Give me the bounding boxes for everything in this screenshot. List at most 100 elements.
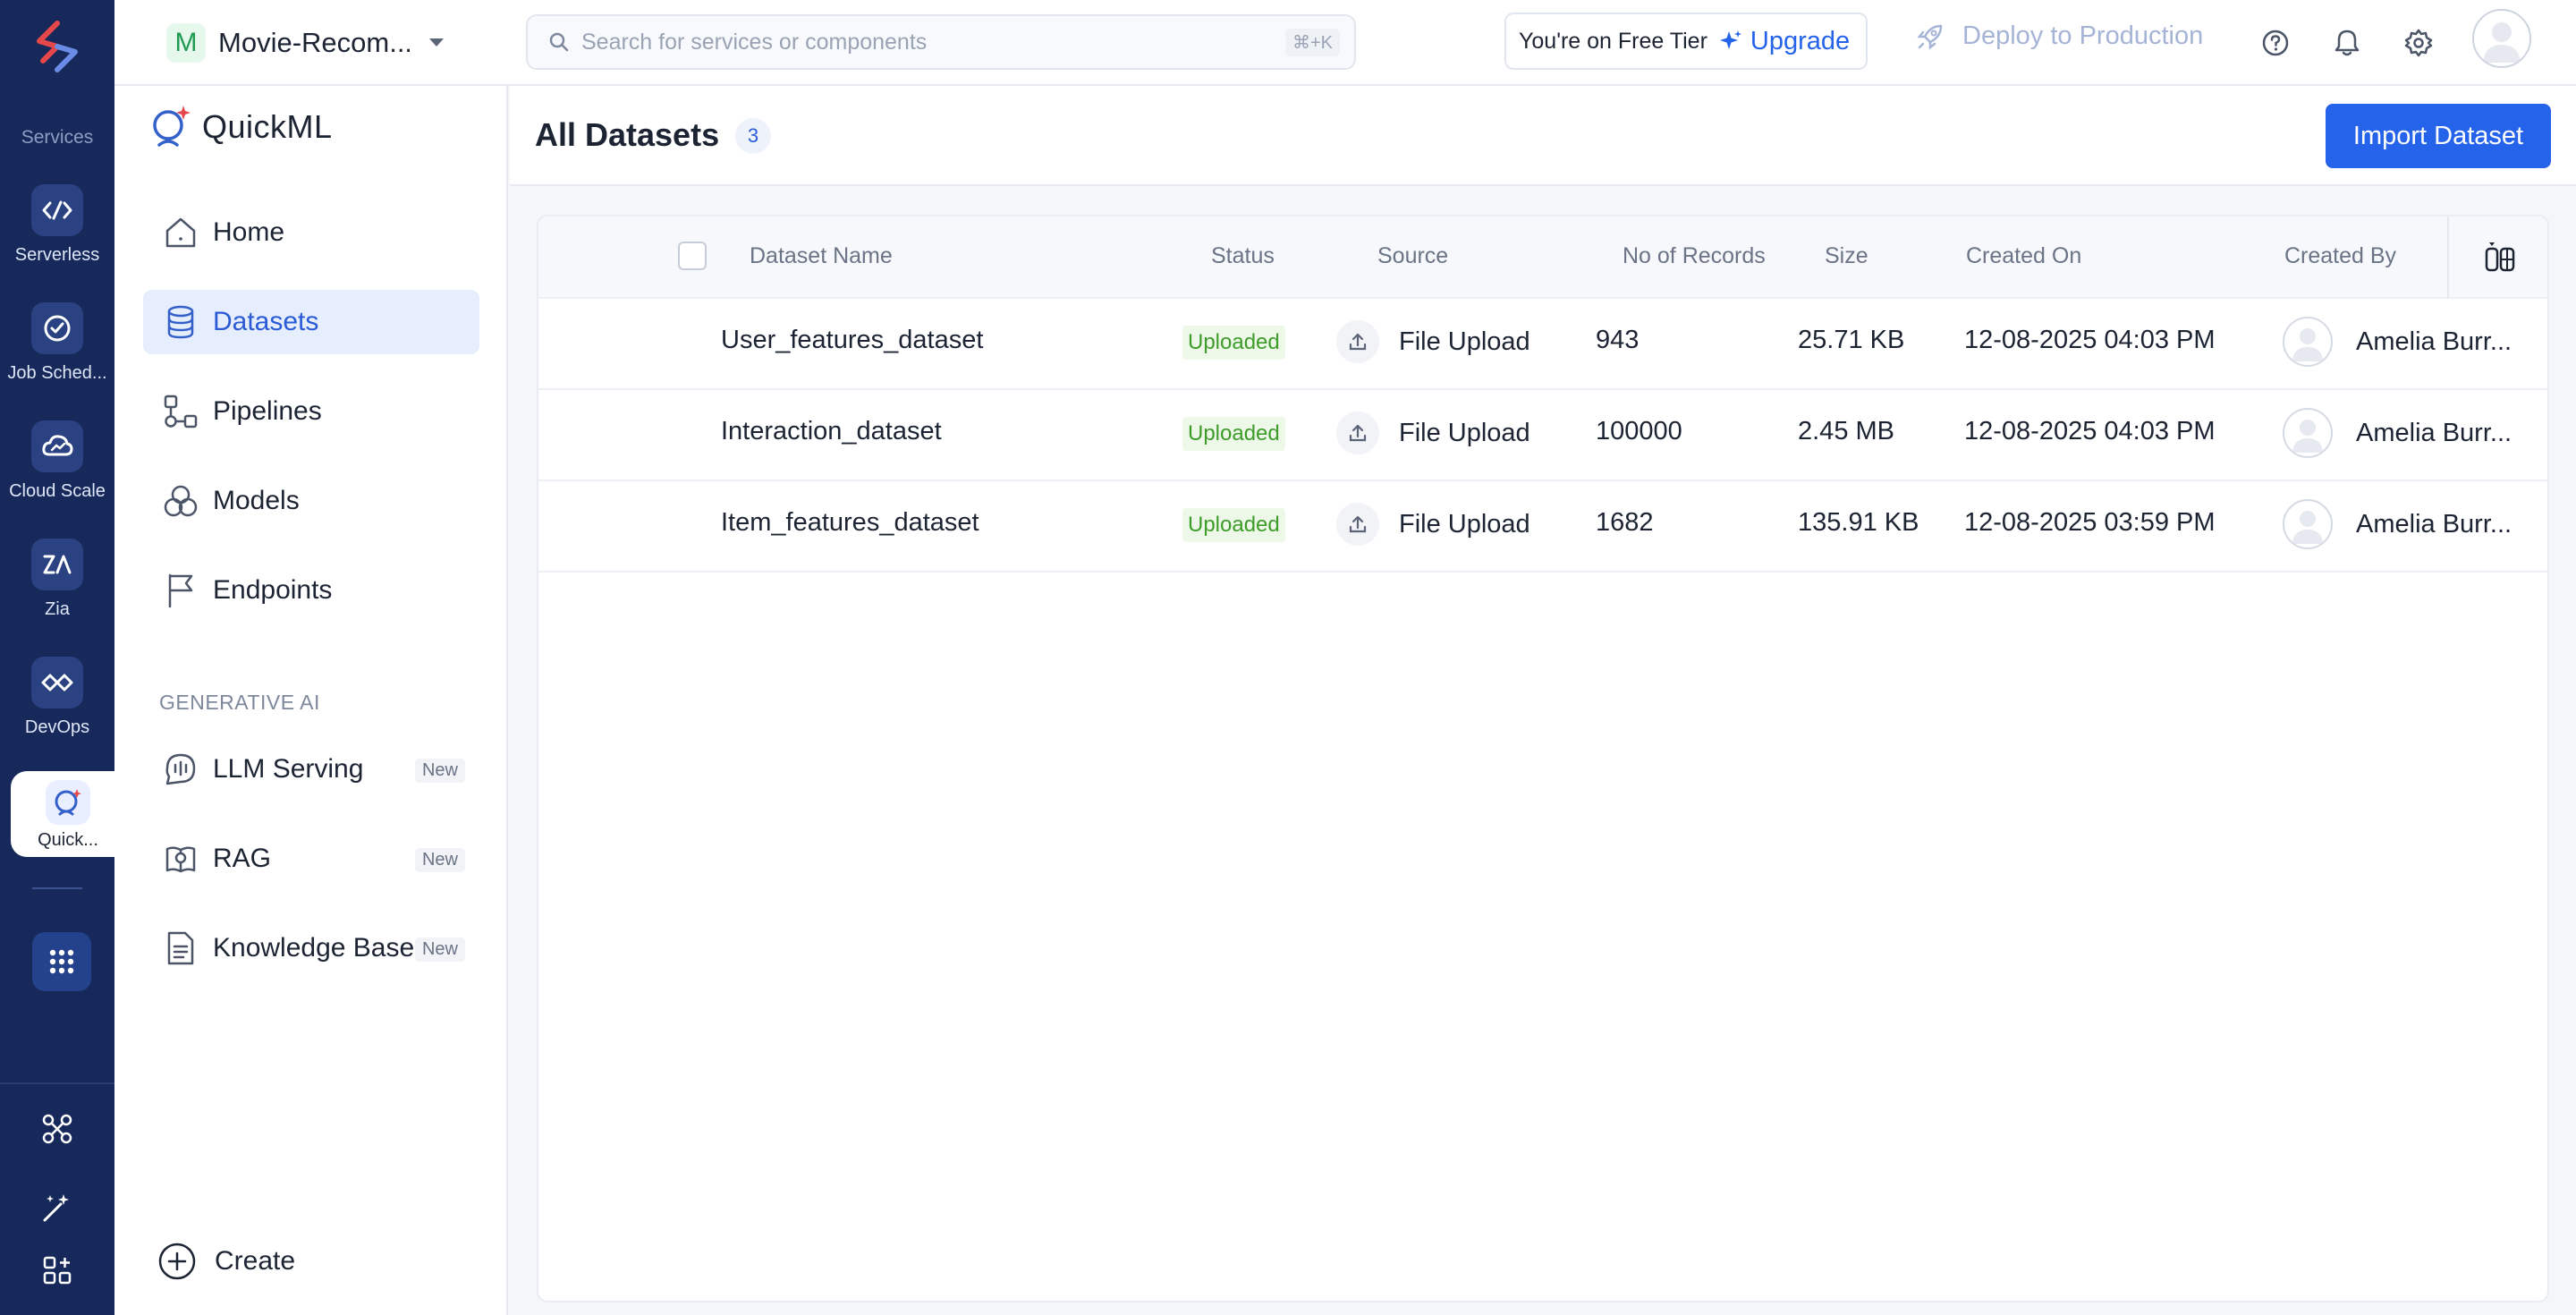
quickml-icon — [46, 780, 90, 825]
add-widget-icon[interactable] — [39, 1252, 75, 1288]
dataset-name[interactable]: Interaction_dataset — [721, 417, 942, 446]
nav-item-llm-serving[interactable]: LLM Serving New — [143, 737, 479, 802]
dataset-name[interactable]: User_features_dataset — [721, 326, 983, 355]
rail-item-job-scheduling[interactable]: Job Sched... — [0, 297, 114, 404]
models-icon — [161, 481, 200, 521]
rail-item-quickml[interactable]: Quick... — [11, 771, 125, 857]
notification-bell-icon[interactable] — [2329, 25, 2365, 61]
chevron-down-icon — [429, 38, 444, 47]
rail-label: Job Sched... — [7, 363, 107, 383]
source-label: File Upload — [1399, 509, 1530, 539]
column-header-created-on[interactable]: Created On — [1966, 243, 2081, 269]
upload-icon — [1336, 503, 1379, 546]
database-icon — [161, 302, 200, 342]
dataset-name[interactable]: Item_features_dataset — [721, 508, 979, 538]
rail-label: Quick... — [38, 830, 98, 850]
rail-divider — [32, 887, 82, 889]
catalyst-logo-icon[interactable] — [30, 20, 84, 75]
nav-label: Models — [213, 486, 300, 515]
rail-bottom-divider — [0, 1082, 114, 1084]
records-count: 100000 — [1596, 417, 1682, 445]
nav-item-pipelines[interactable]: Pipelines — [143, 379, 479, 444]
created-by: Amelia Burr... — [2356, 510, 2512, 539]
rail-item-devops[interactable]: DevOps — [0, 651, 114, 759]
search-input[interactable] — [581, 29, 1261, 55]
tier-text: You're on Free Tier — [1519, 28, 1707, 54]
source-cell: File Upload — [1336, 503, 1530, 546]
pipeline-icon — [161, 392, 200, 431]
created-by: Amelia Burr... — [2356, 419, 2512, 447]
create-label: Create — [215, 1246, 296, 1276]
records-count: 943 — [1596, 326, 1640, 354]
user-avatar[interactable] — [2472, 9, 2531, 68]
import-dataset-button[interactable]: Import Dataset — [2326, 104, 2551, 168]
nav-item-endpoints[interactable]: Endpoints — [143, 558, 479, 623]
column-header-size[interactable]: Size — [1825, 243, 1868, 269]
settings-gear-icon[interactable] — [2401, 25, 2436, 61]
nav-label: Pipelines — [213, 396, 322, 426]
status-badge: Uploaded — [1182, 508, 1285, 542]
nav-label: RAG — [213, 844, 272, 873]
column-settings-icon — [2485, 242, 2515, 272]
dataset-size: 135.91 KB — [1798, 508, 1919, 537]
all-services-grid-button[interactable] — [32, 932, 91, 991]
upload-icon — [1336, 411, 1379, 454]
records-count: 1682 — [1596, 508, 1654, 537]
created-by: Amelia Burr... — [2356, 327, 2512, 356]
rail-item-cloud-scale[interactable]: Cloud Scale — [0, 415, 114, 522]
dataset-size: 25.71 KB — [1798, 326, 1905, 354]
search-icon — [549, 32, 569, 52]
magic-wand-icon[interactable] — [39, 1190, 75, 1226]
help-icon[interactable] — [2258, 25, 2293, 61]
new-badge: New — [414, 759, 465, 783]
deploy-label: Deploy to Production — [1962, 21, 2204, 50]
serverless-icon — [31, 184, 83, 236]
page-title: All Datasets — [535, 116, 720, 153]
nav-label: LLM Serving — [213, 754, 364, 784]
column-header-created-by[interactable]: Created By — [2284, 243, 2396, 269]
nav-item-datasets[interactable]: Datasets — [143, 290, 479, 354]
table-row[interactable]: User_features_dataset Uploaded File Uplo… — [538, 299, 2547, 390]
column-header-dataset-name[interactable]: Dataset Name — [750, 243, 893, 269]
nav-label: Datasets — [213, 307, 319, 336]
project-selector[interactable]: M Movie-Recom... — [166, 20, 445, 66]
nav-item-home[interactable]: Home — [143, 200, 479, 265]
rail-item-serverless[interactable]: Serverless — [0, 179, 114, 286]
rail-label: DevOps — [24, 717, 90, 737]
llm-chat-icon — [161, 750, 200, 789]
main-content: All Datasets 3 Import Dataset Dataset Na… — [510, 86, 2576, 1315]
deploy-to-production-button[interactable]: Deploy to Production — [1916, 21, 2203, 51]
search-bar[interactable]: ⌘+K — [526, 14, 1356, 70]
zia-icon — [31, 539, 83, 590]
project-name: Movie-Recom... — [218, 27, 410, 58]
column-header-status[interactable]: Status — [1211, 243, 1275, 269]
column-header-records[interactable]: No of Records — [1623, 243, 1766, 269]
table-row[interactable]: Interaction_dataset Uploaded File Upload… — [538, 390, 2547, 481]
nav-item-knowledge-base[interactable]: Knowledge Base New — [143, 916, 479, 980]
source-cell: File Upload — [1336, 411, 1530, 454]
nav-item-rag[interactable]: RAG New — [143, 827, 479, 891]
dataset-count-badge: 3 — [735, 118, 771, 154]
top-bar: M Movie-Recom... ⌘+K You're on Free Tier… — [114, 0, 2576, 86]
upload-icon — [1336, 320, 1379, 363]
grid-icon — [49, 949, 74, 974]
flag-icon — [161, 571, 200, 610]
new-badge: New — [414, 937, 465, 962]
select-all-checkbox[interactable] — [678, 242, 707, 270]
column-settings-button[interactable] — [2447, 216, 2547, 299]
search-shortcut-hint: ⌘+K — [1284, 29, 1340, 56]
services-rail: Services Serverless Job Sched... Cloud S… — [0, 0, 125, 1315]
source-label: File Upload — [1399, 418, 1530, 447]
rail-item-zia[interactable]: Zia — [0, 533, 114, 641]
create-button[interactable]: Create — [157, 1242, 295, 1281]
brand-name: QuickML — [202, 108, 333, 145]
column-header-source[interactable]: Source — [1377, 243, 1448, 269]
table-row[interactable]: Item_features_dataset Uploaded File Uplo… — [538, 481, 2547, 573]
cloud-scale-icon — [31, 420, 83, 472]
project-initial-badge: M — [166, 23, 206, 63]
nav-item-models[interactable]: Models — [143, 469, 479, 533]
upgrade-link[interactable]: Upgrade — [1719, 27, 1850, 56]
rail-label: Cloud Scale — [9, 481, 106, 501]
created-on: 12-08-2025 04:03 PM — [1964, 326, 2216, 354]
integrations-icon[interactable] — [39, 1111, 75, 1147]
